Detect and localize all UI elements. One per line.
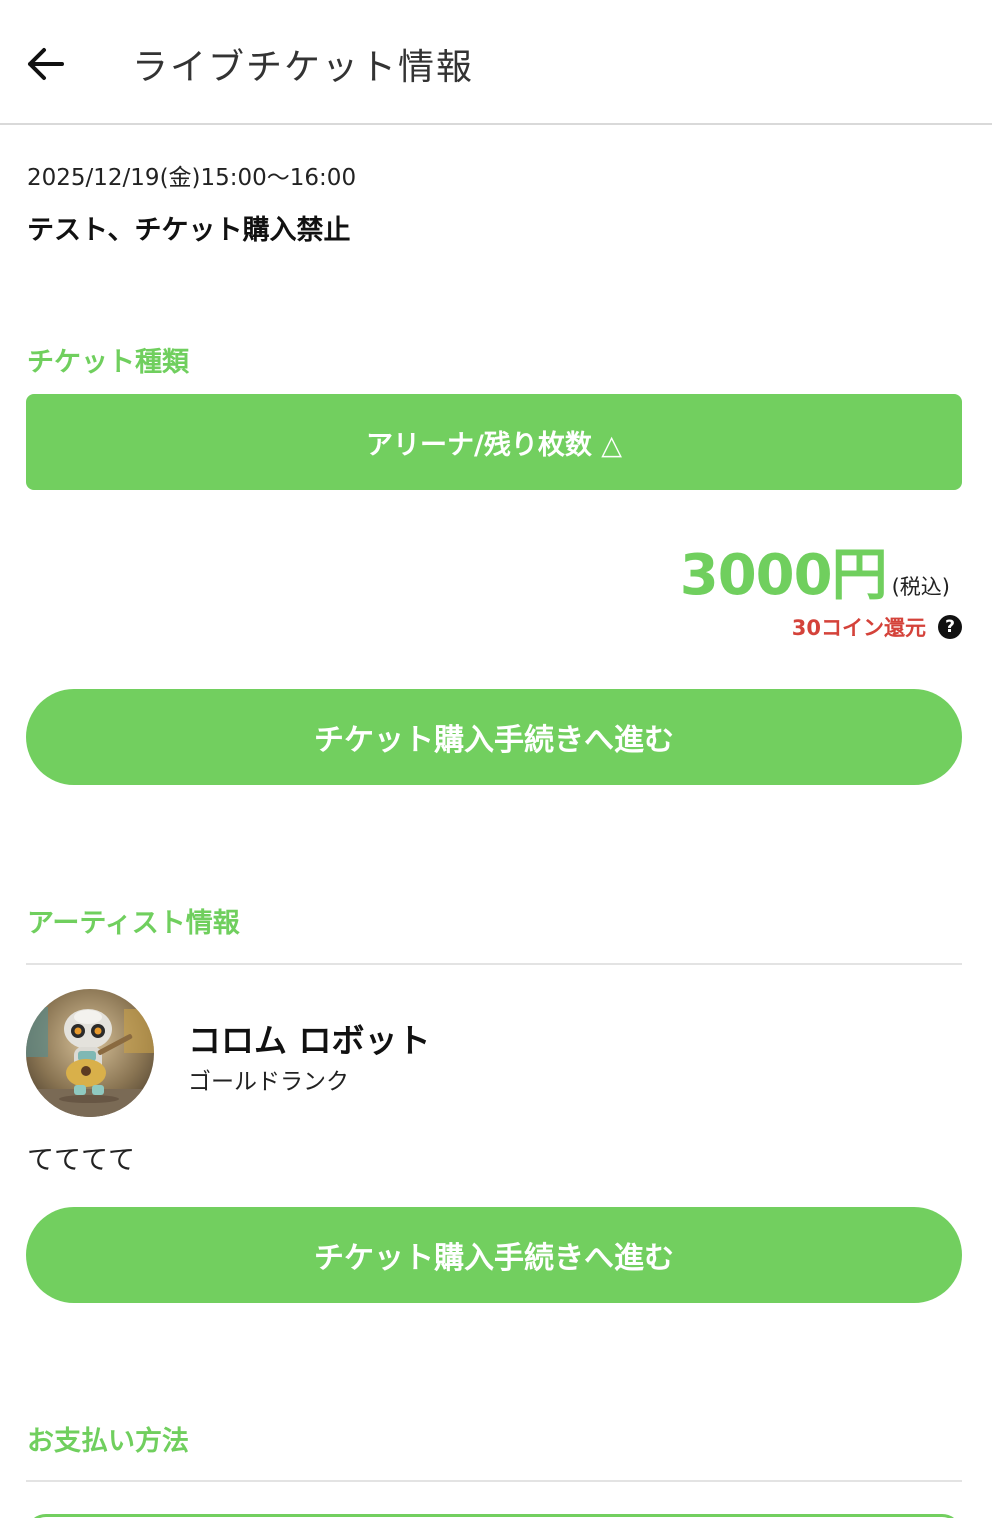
- price-display: 3000 円 (税込): [680, 530, 950, 611]
- artist-description: てててて: [27, 1145, 135, 1176]
- robot-avatar-image: [26, 989, 154, 1117]
- coin-return-row: 30コイン還元 ?: [792, 612, 962, 642]
- coin-return-text: 30コイン還元: [791, 616, 926, 640]
- payment-method-heading: お支払い方法: [27, 1426, 189, 1457]
- question-circle-icon[interactable]: ?: [938, 615, 962, 639]
- tax-included-note: (税込): [891, 575, 950, 599]
- arrow-left-icon: [28, 48, 64, 80]
- back-button[interactable]: [22, 40, 70, 88]
- event-datetime: 2025/12/19(金)15:00〜16:00: [27, 165, 357, 191]
- page-title: ライブチケット情報: [132, 47, 475, 88]
- price-amount: 3000: [679, 543, 833, 608]
- artist-rank: ゴールドランク: [188, 1069, 349, 1095]
- artist-avatar[interactable]: [26, 989, 154, 1117]
- divider: [26, 963, 962, 965]
- event-name: テスト、チケット購入禁止: [27, 215, 351, 246]
- ticket-type-option-arena[interactable]: アリーナ/残り枚数 △: [26, 394, 962, 490]
- artist-name[interactable]: コロム ロボット: [188, 1014, 431, 1062]
- divider: [26, 1480, 962, 1482]
- price-unit: 円: [831, 543, 888, 608]
- payment-option-button[interactable]: [26, 1514, 962, 1518]
- app-header: ライブチケット情報: [0, 0, 992, 125]
- artist-info-heading: アーティスト情報: [27, 908, 240, 939]
- proceed-purchase-button-secondary[interactable]: チケット購入手続きへ進む: [26, 1207, 962, 1303]
- live-ticket-page: ライブチケット情報 2025/12/19(金)15:00〜16:00 テスト、チ…: [0, 0, 992, 1518]
- proceed-purchase-button[interactable]: チケット購入手続きへ進む: [26, 689, 962, 785]
- ticket-type-heading: チケット種類: [27, 347, 189, 378]
